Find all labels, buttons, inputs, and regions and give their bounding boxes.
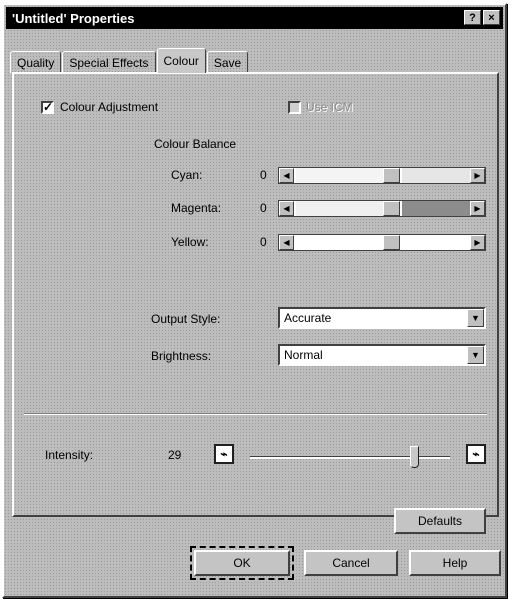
tab-label: Quality <box>17 55 55 70</box>
tab-strip: Quality Special Effects Colour Save <box>10 48 249 73</box>
ok-label: OK <box>233 556 251 570</box>
close-icon: × <box>488 11 495 24</box>
output-style-label: Output Style: <box>151 312 221 326</box>
help-button[interactable]: Help <box>409 550 501 576</box>
cyan-slider[interactable]: ◀ ▶ <box>278 167 486 184</box>
colour-adjustment-label: Colour Adjustment <box>60 100 159 114</box>
close-button[interactable]: × <box>483 10 500 25</box>
magenta-label: Magenta: <box>171 201 222 215</box>
check-icon: ✓ <box>43 100 54 114</box>
tab-quality[interactable]: Quality <box>10 51 62 73</box>
cancel-label: Cancel <box>332 556 370 570</box>
tab-label: Special Effects <box>69 55 149 70</box>
properties-dialog: 'Untitled' Properties ? × Quality Specia… <box>2 3 507 598</box>
dropdown-arrow-icon[interactable]: ▼ <box>467 346 484 364</box>
help-title-button[interactable]: ? <box>464 10 481 25</box>
intensity-value: 29 <box>168 448 182 462</box>
title-bar: 'Untitled' Properties ? × <box>6 7 503 29</box>
magenta-right-arrow-icon[interactable]: ▶ <box>470 201 485 216</box>
colour-adjustment-checkbox[interactable]: ✓ <box>41 101 54 114</box>
intensity-label: Intensity: <box>45 448 94 462</box>
yellow-left-arrow-icon[interactable]: ◀ <box>279 235 294 250</box>
use-icm-checkbox[interactable] <box>288 101 301 114</box>
cyan-label: Cyan: <box>171 168 203 182</box>
defaults-button[interactable]: Defaults <box>394 508 486 534</box>
tab-colour[interactable]: Colour <box>156 48 206 73</box>
output-style-value: Accurate <box>284 311 332 325</box>
yellow-slider-thumb[interactable] <box>383 235 400 250</box>
intensity-slider[interactable] <box>250 446 450 468</box>
intensity-slider-thumb[interactable] <box>410 446 419 468</box>
tab-label: Colour <box>163 54 199 68</box>
yellow-right-arrow-icon[interactable]: ▶ <box>470 235 485 250</box>
magenta-track-right <box>402 201 470 216</box>
yellow-slider[interactable]: ◀ ▶ <box>278 234 486 251</box>
magenta-track-left <box>296 201 383 216</box>
magenta-slider[interactable]: ◀ ▶ <box>278 200 486 217</box>
window-title: 'Untitled' Properties <box>12 10 135 26</box>
question-icon: ? <box>469 11 476 24</box>
cyan-track-right <box>402 168 470 183</box>
brightness-value: Normal <box>284 348 323 362</box>
help-label: Help <box>442 556 468 570</box>
colour-balance-heading: Colour Balance <box>154 137 237 151</box>
cyan-left-arrow-icon[interactable]: ◀ <box>279 168 294 183</box>
cyan-value: 0 <box>260 168 267 182</box>
yellow-track-left <box>296 235 383 250</box>
defaults-label: Defaults <box>417 514 463 528</box>
intensity-track <box>250 456 450 459</box>
cancel-button[interactable]: Cancel <box>304 550 398 576</box>
intensity-decrease-icon[interactable]: ⌁ <box>214 444 234 464</box>
ok-button[interactable]: OK <box>190 546 294 580</box>
yellow-label: Yellow: <box>171 235 209 249</box>
tab-label: Save <box>213 55 242 70</box>
tab-save[interactable]: Save <box>206 51 249 73</box>
magenta-value: 0 <box>260 201 267 215</box>
colour-panel: ✓ Colour Adjustment Use ICM Colour Balan… <box>12 72 499 534</box>
use-icm-label: Use ICM <box>306 100 353 114</box>
brightness-label: Brightness: <box>151 349 212 363</box>
cyan-right-arrow-icon[interactable]: ▶ <box>470 168 485 183</box>
yellow-value: 0 <box>260 235 267 249</box>
separator <box>24 413 487 415</box>
magenta-slider-thumb[interactable] <box>383 201 400 216</box>
yellow-track-right <box>402 235 470 250</box>
brightness-select[interactable]: Normal ▼ <box>278 344 486 366</box>
magenta-left-arrow-icon[interactable]: ◀ <box>279 201 294 216</box>
output-style-select[interactable]: Accurate ▼ <box>278 307 486 329</box>
intensity-increase-icon[interactable]: ⌁ <box>466 444 486 464</box>
tab-special-effects[interactable]: Special Effects <box>62 51 156 73</box>
cyan-slider-thumb[interactable] <box>383 168 400 183</box>
cyan-track-left <box>296 168 383 183</box>
dropdown-arrow-icon[interactable]: ▼ <box>467 309 484 327</box>
